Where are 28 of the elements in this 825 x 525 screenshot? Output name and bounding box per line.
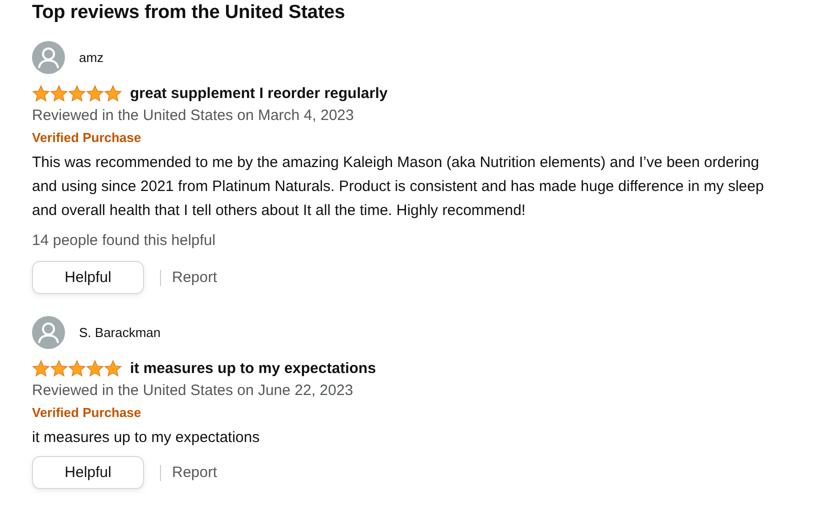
star-icon: [86, 84, 104, 102]
reviewer-name: S. Barackman: [79, 325, 161, 340]
report-link[interactable]: Report: [172, 464, 218, 481]
star-icon: [32, 84, 50, 102]
review-title[interactable]: great supplement I reorder regularly: [130, 84, 388, 102]
review-date: Reviewed in the United States on March 4, 2023: [32, 106, 355, 126]
star-icon: [68, 84, 86, 102]
review-text: it measures up to my expectations: [32, 428, 261, 448]
reviewer-name: amz: [79, 50, 104, 65]
avatar-icon: [32, 316, 65, 349]
star-icon: [104, 360, 122, 376]
star-icon: [86, 360, 104, 376]
verified-purchase-label: Verified Purchase: [32, 404, 142, 422]
review-text: This was recommended to me by the amazing Kaleigh Mason (aka Nutrition elements) and I’ve been ordering and using since 2021 from Platinum Naturals. Product is consistent and has made huge difference in my sleep and overall health that I tell others about It all the time. Highly recommend!: [32, 153, 765, 221]
helpful-button[interactable]: Helpful: [32, 456, 144, 489]
helpful-button[interactable]: Helpful: [32, 261, 144, 294]
report-link[interactable]: Report: [172, 269, 218, 286]
review-date: Reviewed in the United States on June 22, 2023: [32, 381, 354, 401]
helpful-count: 14 people found this helpful: [32, 231, 216, 251]
avatar-icon: [32, 41, 65, 74]
star-icon: [32, 360, 50, 376]
star-icon: [50, 84, 68, 102]
star-icon: [68, 360, 86, 376]
review-title[interactable]: it measures up to my expectations: [130, 360, 376, 376]
verified-purchase-label: Verified Purchase: [32, 129, 142, 147]
star-icon: [104, 84, 122, 102]
star-icon: [50, 360, 68, 376]
section-heading: Top reviews from the United States: [32, 1, 346, 25]
